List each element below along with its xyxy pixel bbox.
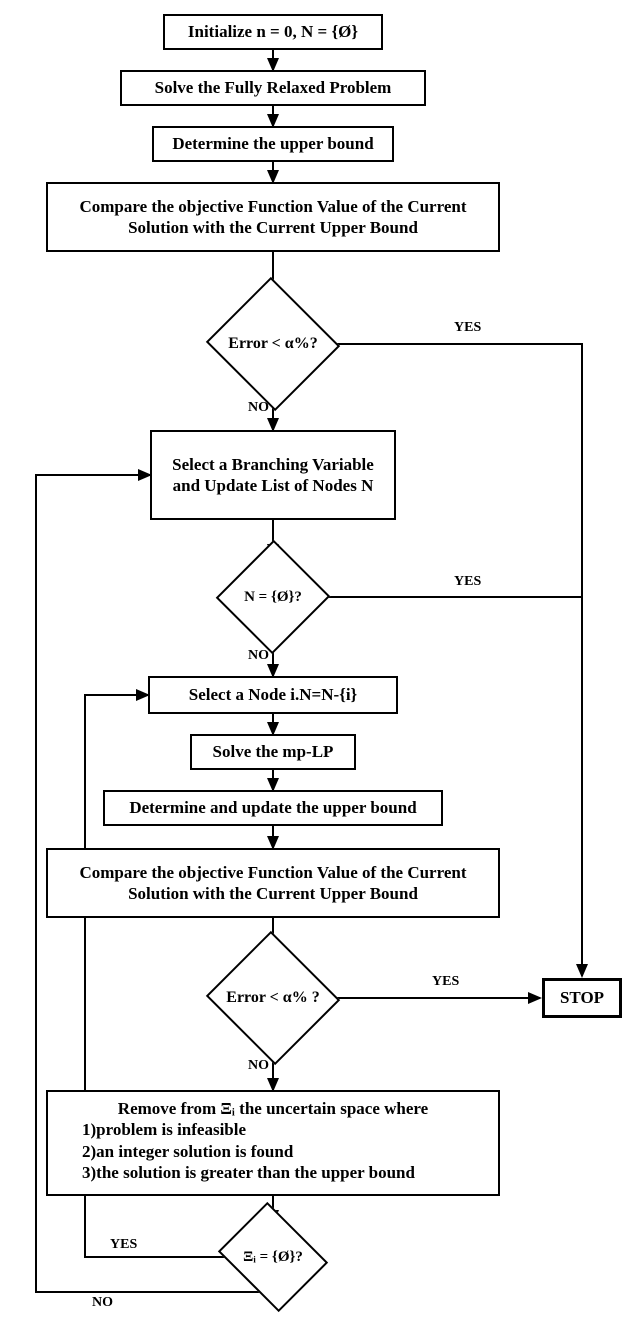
flowchart-canvas: Initialize n = 0, N = {Ø} Solve the Full…: [0, 0, 640, 1318]
label-dec4-yes: YES: [110, 1237, 137, 1253]
node-solve-mplp: Solve the mp-LP: [190, 734, 356, 770]
node-branching-text: Select a Branching Variable and Update L…: [158, 454, 388, 497]
label-dec3-yes: YES: [432, 974, 459, 990]
node-determine-update-text: Determine and update the upper bound: [129, 797, 416, 818]
label-dec1-no: NO: [248, 400, 269, 416]
decision-error-1: Error < α%?: [224, 298, 322, 390]
node-determine-upper: Determine the upper bound: [152, 126, 394, 162]
node-remove-line2: 1)problem is infeasible: [82, 1120, 246, 1139]
node-compare-1: Compare the objective Function Value of …: [46, 182, 500, 252]
node-solve-mplp-text: Solve the mp-LP: [213, 741, 334, 762]
node-remove-line4: 3)the solution is greater than the upper…: [82, 1163, 415, 1182]
label-dec2-yes: YES: [454, 574, 481, 590]
node-remove-line1: Remove from Ξᵢ the uncertain space where: [118, 1099, 428, 1118]
label-dec2-no: NO: [248, 648, 269, 664]
node-stop-text: STOP: [560, 987, 604, 1008]
node-solve-relaxed-text: Solve the Fully Relaxed Problem: [155, 77, 392, 98]
node-compare-2-text: Compare the objective Function Value of …: [54, 862, 492, 905]
node-initialize-text: Initialize n = 0, N = {Ø}: [188, 21, 358, 42]
node-compare-1-text: Compare the objective Function Value of …: [54, 196, 492, 239]
node-determine-update: Determine and update the upper bound: [103, 790, 443, 826]
decision-xi-empty: Ξᵢ = {Ø}?: [230, 1222, 316, 1292]
decision-error-2: Error < α% ?: [224, 952, 322, 1044]
node-initialize: Initialize n = 0, N = {Ø}: [163, 14, 383, 50]
node-select-node-text: Select a Node i.N=N-{i}: [189, 684, 358, 705]
node-select-node: Select a Node i.N=N-{i}: [148, 676, 398, 714]
node-remove: Remove from Ξᵢ the uncertain space where…: [46, 1090, 500, 1196]
label-dec4-no: NO: [92, 1295, 113, 1311]
node-determine-upper-text: Determine the upper bound: [172, 133, 373, 154]
node-solve-relaxed: Solve the Fully Relaxed Problem: [120, 70, 426, 106]
decision-n-empty: N = {Ø}?: [233, 556, 313, 638]
node-stop: STOP: [542, 978, 622, 1018]
label-dec3-no: NO: [248, 1058, 269, 1074]
node-compare-2: Compare the objective Function Value of …: [46, 848, 500, 918]
node-remove-line3: 2)an integer solution is found: [82, 1142, 293, 1161]
node-branching: Select a Branching Variable and Update L…: [150, 430, 396, 520]
label-dec1-yes: YES: [454, 320, 481, 336]
